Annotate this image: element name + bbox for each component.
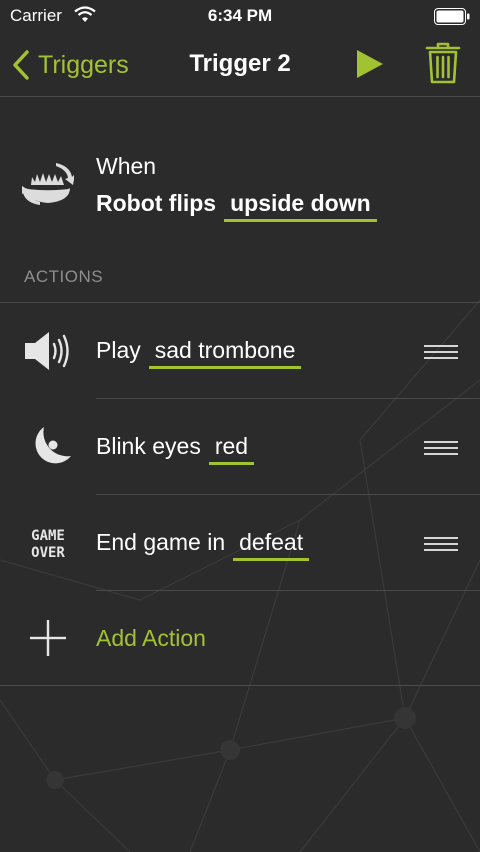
game-over-line-2: OVER	[31, 545, 65, 561]
action-sentence: End game in defeat	[96, 529, 310, 561]
add-action-label: Add Action	[96, 625, 206, 651]
trigger-value-token[interactable]: upside down	[224, 190, 377, 222]
page-title: Trigger 2	[189, 50, 291, 77]
trigger-sentence: Robot flips upside down	[96, 190, 377, 222]
action-prefix: Play	[96, 337, 141, 363]
speaker-icon	[25, 332, 69, 370]
battery-icon	[434, 8, 470, 25]
status-bar: Carrier 6:34 PM	[0, 0, 480, 34]
action-value-token[interactable]: defeat	[233, 529, 310, 561]
action-sentence: Play sad trombone	[96, 337, 302, 369]
action-prefix: End game in	[96, 529, 226, 555]
eye-icon	[35, 427, 71, 464]
clock-label: 6:34 PM	[207, 6, 273, 25]
when-label: When	[96, 153, 157, 179]
play-icon[interactable]	[354, 48, 386, 80]
actions-footer-divider	[0, 685, 480, 686]
trigger-subject: Robot flips	[96, 190, 217, 216]
action-prefix: Blink eyes	[96, 433, 201, 459]
action-value-token[interactable]: red	[208, 433, 255, 465]
action-row-blink-eyes[interactable]: Blink eyes red	[0, 399, 480, 495]
trigger-condition: When Robot flips upside down	[0, 97, 480, 257]
robot-flip-icon	[22, 163, 74, 205]
game-over-icon: GAME OVER	[31, 528, 65, 561]
reorder-handle-icon[interactable]	[424, 440, 458, 456]
plus-icon	[30, 620, 66, 656]
action-value-token[interactable]: sad trombone	[148, 337, 302, 369]
actions-section-header: ACTIONS	[24, 267, 104, 286]
add-action-button[interactable]: Add Action	[0, 591, 480, 685]
action-row-end-game[interactable]: GAME OVER End game in defeat	[0, 495, 480, 591]
action-row-play-sound[interactable]: Play sad trombone	[0, 303, 480, 399]
game-over-line-1: GAME	[31, 528, 65, 544]
action-sentence: Blink eyes red	[96, 433, 255, 465]
reorder-handle-icon[interactable]	[424, 536, 458, 552]
navigation-bar: Triggers Trigger 2	[0, 34, 480, 96]
reorder-handle-icon[interactable]	[424, 344, 458, 360]
trash-icon[interactable]	[425, 42, 461, 84]
